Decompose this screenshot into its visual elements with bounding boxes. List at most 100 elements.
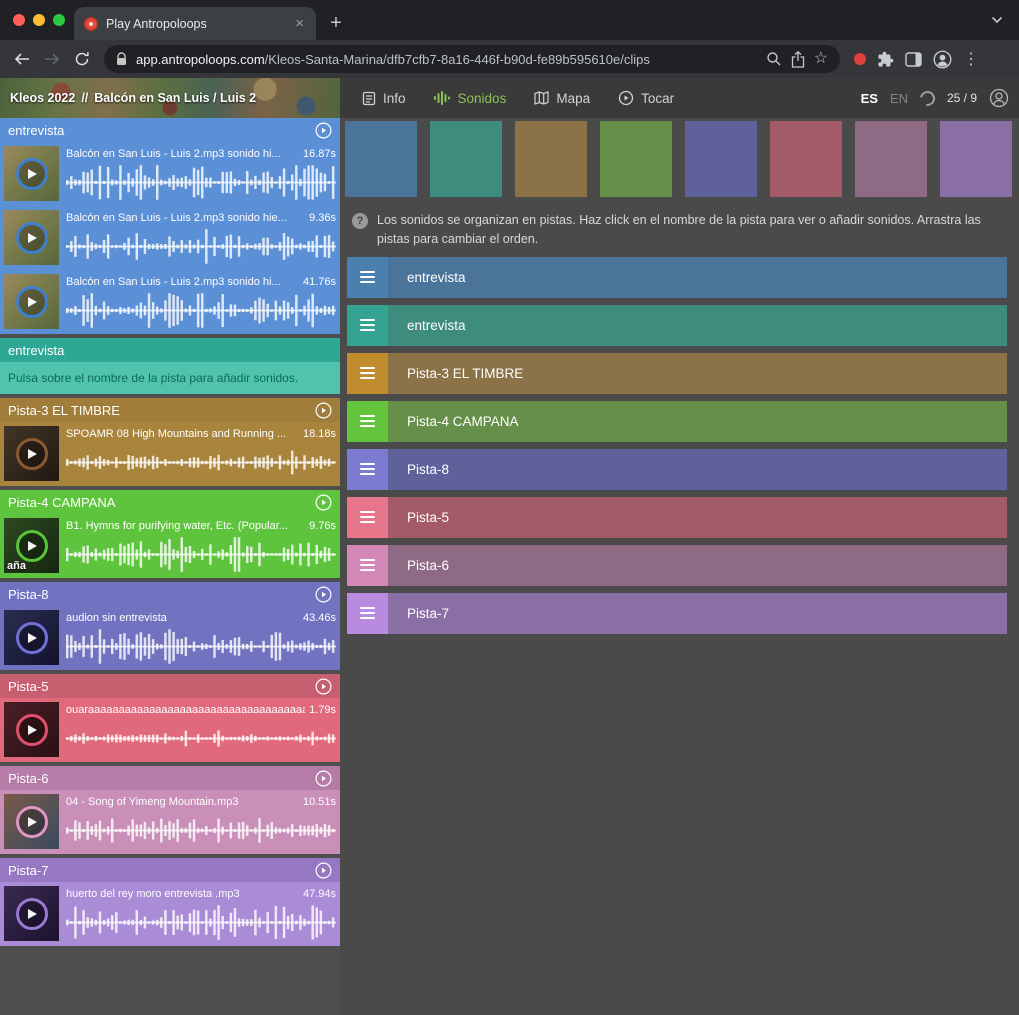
- clip-thumbnail[interactable]: aña: [4, 518, 59, 573]
- track-header[interactable]: Pista-5: [0, 674, 340, 698]
- track-color-swatch[interactable]: [855, 121, 927, 197]
- track-row[interactable]: entrevista: [347, 305, 1007, 346]
- tab-info[interactable]: Info: [362, 91, 406, 106]
- track-row-bar[interactable]: Pista-4 CAMPANA: [388, 401, 1007, 442]
- clip-play-overlay-icon[interactable]: [16, 714, 48, 746]
- lang-en-button[interactable]: EN: [890, 91, 908, 106]
- track-color-swatch[interactable]: [600, 121, 672, 197]
- drag-handle-icon[interactable]: [347, 497, 388, 538]
- share-icon[interactable]: [791, 51, 805, 68]
- drag-handle-icon[interactable]: [347, 257, 388, 298]
- forward-button[interactable]: [38, 45, 66, 73]
- split-view-icon[interactable]: [905, 52, 922, 67]
- drag-handle-icon[interactable]: [347, 401, 388, 442]
- clip-thumbnail[interactable]: [4, 610, 59, 665]
- clip-thumbnail[interactable]: [4, 794, 59, 849]
- track-row[interactable]: Pista-4 CAMPANA: [347, 401, 1007, 442]
- tab-tocar[interactable]: Tocar: [618, 90, 674, 106]
- clip-play-overlay-icon[interactable]: [16, 286, 48, 318]
- clip-thumbnail[interactable]: [4, 886, 59, 941]
- track-play-button[interactable]: [315, 122, 332, 139]
- clip-play-overlay-icon[interactable]: [16, 806, 48, 838]
- track-header[interactable]: Pista-3 EL TIMBRE: [0, 398, 340, 422]
- drag-handle-icon[interactable]: [347, 449, 388, 490]
- clip-item[interactable]: 04 - Song of Yimeng Mountain.mp3 10.51s: [0, 790, 340, 854]
- track-row[interactable]: Pista-8: [347, 449, 1007, 490]
- recorder-extension-icon[interactable]: [854, 53, 866, 65]
- track-header[interactable]: Pista-8: [0, 582, 340, 606]
- track-row[interactable]: Pista-5: [347, 497, 1007, 538]
- clip-play-overlay-icon[interactable]: [16, 438, 48, 470]
- track-header[interactable]: entrevista: [0, 338, 340, 362]
- track-play-button[interactable]: [315, 586, 332, 603]
- clip-thumbnail[interactable]: [4, 210, 59, 265]
- clip-item[interactable]: audion sin entrevista 43.46s: [0, 606, 340, 670]
- browser-menu-dots-icon[interactable]: ⋮: [963, 49, 979, 69]
- traffic-zoom-button[interactable]: [53, 14, 65, 26]
- drag-handle-icon[interactable]: [347, 305, 388, 346]
- clip-item[interactable]: ouaraaaaaaaaaaaaaaaaaaaaaaaaaaaaaaaaaaaa…: [0, 698, 340, 762]
- track-play-button[interactable]: [315, 678, 332, 695]
- clip-item[interactable]: aña B1. Hymns for purifying water, Etc. …: [0, 514, 340, 578]
- clip-thumbnail[interactable]: [4, 426, 59, 481]
- tab-close-icon[interactable]: ×: [293, 14, 306, 33]
- bookmark-star-icon[interactable]: ☆: [814, 51, 828, 67]
- track-row[interactable]: Pista-6: [347, 545, 1007, 586]
- tab-sonidos[interactable]: Sonidos: [434, 91, 507, 106]
- track-header[interactable]: entrevista: [0, 118, 340, 142]
- tab-mapa[interactable]: Mapa: [534, 91, 590, 106]
- track-header[interactable]: Pista-6: [0, 766, 340, 790]
- track-row-bar[interactable]: Pista-7: [388, 593, 1007, 634]
- track-play-button[interactable]: [315, 770, 332, 787]
- track-row-bar[interactable]: entrevista: [388, 257, 1007, 298]
- address-bar[interactable]: app.antropoloops.com/Kleos-Santa-Marina/…: [104, 45, 840, 73]
- track-color-swatch[interactable]: [685, 121, 757, 197]
- breadcrumb[interactable]: Kleos 2022 // Balcón en San Luis / Luis …: [0, 78, 340, 118]
- browser-tab[interactable]: Play Antropoloops ×: [74, 7, 316, 40]
- track-header[interactable]: Pista-4 CAMPANA: [0, 490, 340, 514]
- track-row-bar[interactable]: Pista-6: [388, 545, 1007, 586]
- clip-item[interactable]: SPOAMR 08 High Mountains and Running ...…: [0, 422, 340, 486]
- account-icon[interactable]: [989, 88, 1009, 108]
- clip-play-overlay-icon[interactable]: [16, 898, 48, 930]
- clip-thumbnail[interactable]: [4, 146, 59, 201]
- lang-es-button[interactable]: ES: [861, 91, 878, 106]
- profile-avatar-icon[interactable]: [933, 50, 952, 69]
- new-tab-button[interactable]: +: [322, 9, 350, 37]
- clip-play-overlay-icon[interactable]: [16, 622, 48, 654]
- track-color-swatch[interactable]: [430, 121, 502, 197]
- clip-item[interactable]: huerto del rey moro entrevista .mp3 47.9…: [0, 882, 340, 946]
- reload-button[interactable]: [68, 45, 96, 73]
- drag-handle-icon[interactable]: [347, 545, 388, 586]
- track-header[interactable]: Pista-7: [0, 858, 340, 882]
- clip-item[interactable]: Balcón en San Luis - Luis 2.mp3 sonido h…: [0, 142, 340, 206]
- track-play-button[interactable]: [315, 494, 332, 511]
- track-color-swatch[interactable]: [940, 121, 1012, 197]
- track-row-bar[interactable]: Pista-5: [388, 497, 1007, 538]
- extensions-puzzle-icon[interactable]: [877, 51, 894, 68]
- clip-play-overlay-icon[interactable]: [16, 530, 48, 562]
- track-color-swatch[interactable]: [515, 121, 587, 197]
- clip-item[interactable]: Balcón en San Luis - Luis 2.mp3 sonido h…: [0, 270, 340, 334]
- track-row[interactable]: entrevista: [347, 257, 1007, 298]
- track-play-button[interactable]: [315, 862, 332, 879]
- traffic-close-button[interactable]: [13, 14, 25, 26]
- track-row-bar[interactable]: Pista-8: [388, 449, 1007, 490]
- tab-search-chevron-icon[interactable]: [991, 11, 1003, 29]
- track-color-swatch[interactable]: [345, 121, 417, 197]
- track-row[interactable]: Pista-7: [347, 593, 1007, 634]
- track-row-bar[interactable]: entrevista: [388, 305, 1007, 346]
- track-row[interactable]: Pista-3 EL TIMBRE: [347, 353, 1007, 394]
- clip-play-overlay-icon[interactable]: [16, 222, 48, 254]
- clip-thumbnail[interactable]: [4, 274, 59, 329]
- drag-handle-icon[interactable]: [347, 593, 388, 634]
- traffic-minimize-button[interactable]: [33, 14, 45, 26]
- clip-play-overlay-icon[interactable]: [16, 158, 48, 190]
- drag-handle-icon[interactable]: [347, 353, 388, 394]
- breadcrumb-project[interactable]: Kleos 2022: [10, 91, 75, 105]
- zoom-icon[interactable]: [766, 51, 782, 67]
- track-color-swatch[interactable]: [770, 121, 842, 197]
- clip-thumbnail[interactable]: [4, 702, 59, 757]
- track-play-button[interactable]: [315, 402, 332, 419]
- track-row-bar[interactable]: Pista-3 EL TIMBRE: [388, 353, 1007, 394]
